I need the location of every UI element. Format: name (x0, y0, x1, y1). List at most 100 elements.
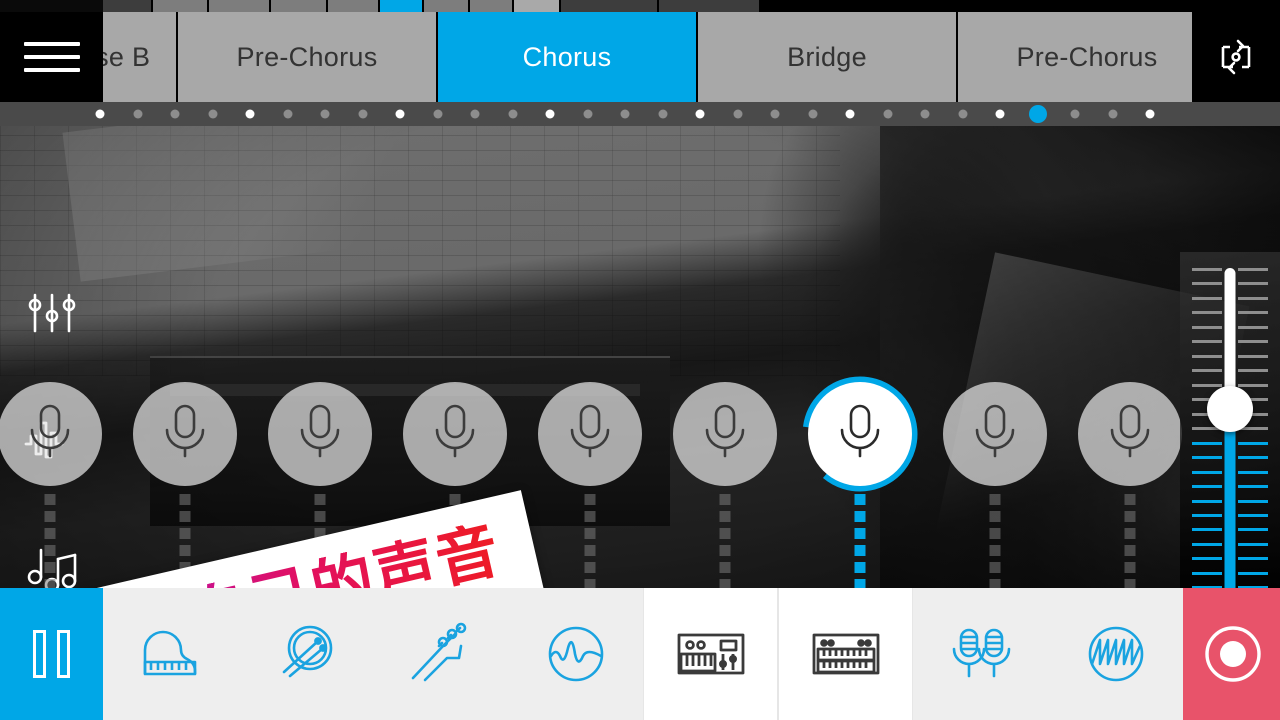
playhead-dot[interactable] (1028, 105, 1047, 123)
track-microphone-button[interactable] (942, 382, 1047, 486)
fader-tick (1192, 296, 1222, 300)
beat-dot[interactable] (733, 109, 742, 119)
beat-dot[interactable] (770, 109, 780, 119)
beat-dot[interactable] (1070, 109, 1080, 119)
track-column[interactable]: StoneRiff (1062, 252, 1197, 588)
beat-dot[interactable] (1145, 109, 1155, 119)
track-microphone-button[interactable] (537, 382, 642, 486)
drum-sticks-icon[interactable] (238, 588, 373, 720)
section-tab-chorus[interactable]: Chorus (438, 12, 698, 102)
pause-icon[interactable] (0, 588, 103, 720)
beat-dot[interactable] (658, 109, 667, 119)
level-segment (44, 562, 55, 573)
grand-piano-icon[interactable] (103, 588, 238, 720)
fader-tick (1238, 268, 1268, 271)
fader-knob[interactable] (1207, 386, 1253, 433)
mini-timeline-segment[interactable] (153, 0, 207, 12)
track-microphone-button[interactable] (402, 382, 507, 486)
beat-dot[interactable] (1108, 109, 1117, 119)
section-tab-verse-b[interactable]: Verse B (103, 12, 178, 102)
mini-timeline[interactable] (0, 0, 1280, 12)
mini-timeline-segment[interactable] (514, 0, 559, 12)
pause-bar (33, 630, 46, 678)
beat-dot[interactable] (995, 109, 1005, 119)
mini-timeline-segment[interactable] (328, 0, 378, 12)
fader-tick (1238, 311, 1268, 315)
section-tab-pre-chorus[interactable]: Pre-Chorus (958, 12, 1203, 102)
beat-dot[interactable] (245, 109, 255, 119)
track-microphone-button[interactable] (267, 382, 372, 486)
track-column[interactable]: CloudNine A (522, 252, 657, 588)
mini-timeline-segment[interactable] (561, 0, 657, 12)
mini-timeline-segment[interactable] (424, 0, 468, 12)
beat-dot[interactable] (95, 109, 105, 119)
beat-dot[interactable] (133, 109, 142, 119)
track-microphone-button[interactable] (672, 382, 777, 486)
level-segment (1124, 545, 1135, 556)
level-segment (1124, 511, 1135, 522)
section-tabs[interactable]: Verse BPre-ChorusChorusBridgePre-Chorus (103, 12, 1203, 102)
loop-repeat-icon[interactable] (1192, 12, 1280, 102)
fader-tick (1192, 383, 1222, 387)
master-volume-fader[interactable] (1180, 252, 1280, 588)
mini-timeline-segment[interactable] (380, 0, 422, 12)
fader-tick (1192, 528, 1222, 532)
beat-dot[interactable] (958, 109, 967, 119)
organ-keyboard-icon[interactable] (778, 588, 913, 720)
track-microphone-button[interactable] (807, 382, 912, 486)
beat-dot[interactable] (845, 109, 855, 119)
track-microphone-button[interactable] (1077, 382, 1182, 486)
dual-microphone-icon[interactable] (913, 588, 1048, 720)
synthesizer-icon[interactable] (643, 588, 778, 720)
track-column[interactable]: DoodleChorus (657, 252, 792, 588)
mini-timeline-segment[interactable] (209, 0, 269, 12)
fader-tick (1238, 528, 1268, 532)
level-segment (1124, 562, 1135, 573)
level-segment (179, 545, 190, 556)
sound-wave-circle-icon[interactable] (508, 588, 643, 720)
track-microphone-button[interactable] (132, 382, 237, 486)
microphone-icon (968, 401, 1022, 468)
beat-dot[interactable] (358, 109, 367, 119)
section-tab-pre-chorus[interactable]: Pre-Chorus (178, 12, 438, 102)
mini-timeline-segment[interactable] (271, 0, 326, 12)
beat-dot[interactable] (395, 109, 405, 119)
beat-dot[interactable] (208, 109, 217, 119)
beat-dot[interactable] (470, 109, 480, 119)
mini-timeline-segment[interactable] (103, 0, 151, 12)
mini-timeline-segment[interactable] (659, 0, 759, 12)
beat-dot[interactable] (808, 109, 817, 119)
fader-tick (1238, 441, 1268, 445)
beat-indicator-row[interactable] (0, 102, 1280, 126)
guitar-headstock-icon[interactable] (373, 588, 508, 720)
track-column[interactable]: SkewedStaccato (927, 252, 1062, 588)
beat-dot[interactable] (283, 109, 292, 119)
beat-dot[interactable] (620, 109, 630, 119)
beat-dot[interactable] (583, 109, 592, 119)
beat-dot[interactable] (508, 109, 517, 119)
mini-timeline-segments[interactable] (103, 0, 761, 12)
beat-dot[interactable] (695, 109, 705, 119)
track-microphone-button[interactable] (0, 382, 102, 486)
track-column[interactable]: Skip TheChorus A (0, 252, 117, 588)
section-tabs-scroller[interactable]: Verse BPre-ChorusChorusBridgePre-Chorus (103, 12, 1203, 102)
record-icon[interactable] (1183, 588, 1280, 720)
beat-dot[interactable] (433, 109, 442, 119)
section-tab-bridge[interactable]: Bridge (698, 12, 958, 102)
hamburger-menu-icon[interactable] (0, 12, 103, 102)
beat-dot[interactable] (920, 109, 930, 119)
track-column[interactable]: LittleTune (792, 252, 927, 588)
fader-tick (1192, 571, 1222, 575)
level-segment (989, 511, 1000, 522)
fader-ticks-right (1238, 268, 1276, 588)
beat-dot[interactable] (545, 109, 555, 119)
track-column[interactable]: Nap TheChorus A (117, 252, 252, 588)
beat-dot[interactable] (170, 109, 180, 119)
mini-timeline-segment[interactable] (470, 0, 512, 12)
level-segment (1124, 528, 1135, 539)
beat-dot[interactable] (883, 109, 892, 119)
fader-tick (1238, 340, 1268, 344)
beat-dot[interactable] (320, 109, 330, 119)
level-segment (44, 545, 55, 556)
sawtooth-wave-circle-icon[interactable] (1048, 588, 1183, 720)
